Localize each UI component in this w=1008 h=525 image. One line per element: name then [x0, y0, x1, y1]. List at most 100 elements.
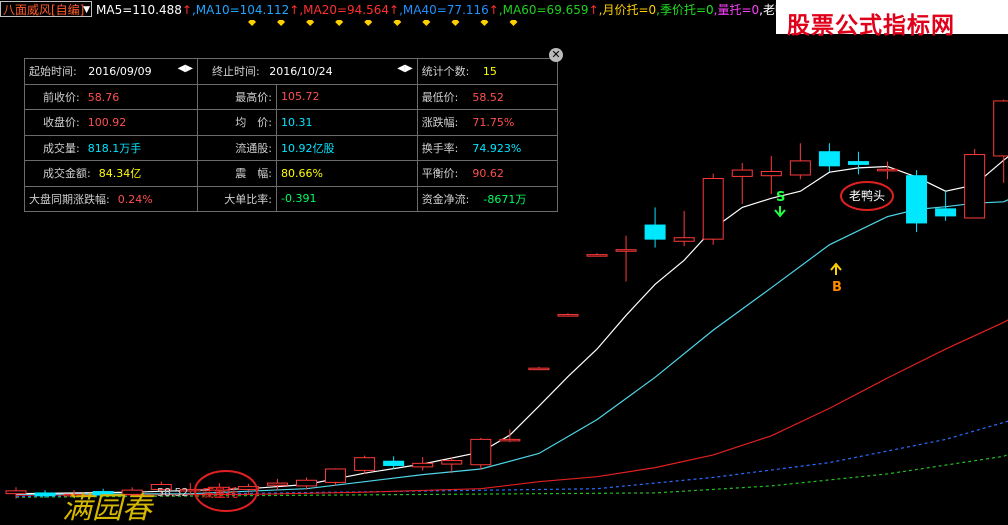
candle-body: [34, 492, 56, 497]
signature-label: 满园春: [62, 491, 155, 525]
indicator-item: ,MA40=77.116: [399, 3, 489, 17]
candle-body: [412, 462, 434, 468]
stat-label: 成交量:: [43, 141, 80, 155]
indicator-item: ,量托=0: [713, 3, 760, 17]
candle-body: [847, 161, 869, 165]
stat-label: 大单比率:: [197, 185, 277, 212]
close-panel-button[interactable]: ✕: [549, 48, 563, 62]
stat-value: 71.75%: [472, 116, 515, 130]
end-time-value: 2016/10/24: [269, 65, 333, 79]
indicator-selector[interactable]: 八面威风[自编] ▼: [0, 1, 92, 17]
end-time-stepper-icon[interactable]: ◀▶: [397, 63, 412, 74]
bottom-volume-label: 底量托: [202, 485, 238, 500]
stat-cell: 前收价: 58.76: [24, 83, 198, 110]
stat-value: 58.52: [472, 90, 504, 104]
indicator-item: ↑: [588, 3, 599, 17]
stat-label: 收盘价:: [43, 116, 80, 130]
stat-value: 74.923%: [472, 141, 522, 155]
stat-value: 818.1万手: [87, 141, 142, 155]
indicator-item: ,季价托=0: [656, 3, 714, 17]
indicator-item: MA5=110.488: [96, 3, 182, 17]
candle-body: [760, 170, 782, 177]
candle-body: [731, 169, 753, 177]
count-label: 统计个数:: [421, 65, 470, 79]
ma40-line: [15, 420, 1008, 498]
end-time-label: 终止时间:: [212, 65, 260, 79]
stat-value: 58.76: [87, 90, 120, 104]
candle-body: [789, 160, 811, 176]
candle-body: [615, 249, 637, 252]
watermark-title: 股票公式指标网: [787, 13, 955, 39]
indicator-item: ,MA60=69.659: [498, 3, 589, 17]
start-time-label: 起始时间:: [29, 65, 77, 79]
candle-body: [644, 224, 666, 240]
candle-body: [818, 151, 840, 167]
indicator-item: ,MA20=94.564: [299, 3, 390, 17]
candle-body: [354, 457, 376, 471]
candle-body: [673, 237, 695, 242]
stat-cell: 换手率: 74.923%: [416, 134, 559, 161]
stat-cell: 最低价: 58.52: [416, 83, 559, 110]
interval-stats-panel: 起始时间: 2016/09/09 ◀▶ 终止时间: 2016/10/24 ◀▶ …: [24, 58, 559, 212]
stat-label: 大盘同期涨跌幅:: [29, 192, 110, 206]
indicator-item: ,MA10=104.112: [191, 3, 290, 17]
stat-label: 均 价:: [197, 109, 277, 136]
candle-body: [325, 468, 347, 483]
stat-label: 成交金额:: [43, 167, 91, 181]
candle-body: [266, 482, 288, 486]
stat-value: 0.24%: [117, 192, 153, 206]
stat-label: 涨跌幅:: [421, 116, 459, 130]
stat-label: 最低价:: [421, 90, 459, 104]
candle-body: [557, 314, 579, 317]
stat-value: -0.391: [276, 185, 418, 212]
stat-label: 流通股:: [197, 134, 277, 161]
duck-head-label: 老鸭头: [849, 189, 885, 203]
stat-label: 资金净流:: [421, 192, 470, 206]
dropdown-arrow-icon: ▼: [83, 5, 90, 15]
candle-body: [528, 367, 550, 371]
stat-cell: 成交量: 818.1万手: [24, 134, 198, 161]
kline-chart-window: { "indicator": { "name": "八面威风[自编]", "it…: [0, 0, 1008, 525]
stat-value: 10.31: [276, 109, 418, 136]
stat-value: 105.72: [276, 83, 418, 110]
stat-value: -8671万: [483, 192, 527, 206]
sell-signal-label: S: [776, 190, 785, 205]
ma20-line: [15, 319, 1008, 496]
indicator-name: 八面威风[自编]: [3, 3, 85, 17]
indicator-item: ,月价托=0: [598, 3, 657, 17]
buy-arrow-icon: [830, 262, 842, 275]
stat-value: 80.66%: [276, 160, 418, 187]
stat-cell: 资金净流: -8671万: [416, 185, 559, 212]
stat-cell: 成交金额: 84.34亿: [24, 160, 198, 187]
start-time-stepper-icon[interactable]: ◀▶: [178, 63, 193, 74]
candle-body: [470, 438, 492, 466]
start-time-value: 2016/09/09: [88, 65, 152, 79]
stat-label: 换手率:: [421, 141, 459, 155]
candle-body: [441, 460, 463, 465]
stat-value: 90.62: [472, 167, 504, 181]
candle-body: [296, 479, 317, 487]
stat-label: 震 幅:: [197, 160, 277, 187]
ma10-line: [15, 199, 1008, 495]
indicator-values: MA5=110.488↑,MA10=104.112↑,MA20=94.564↑,…: [96, 3, 845, 17]
indicator-item: ↑: [389, 3, 400, 17]
stat-cell: 平衡价: 90.62: [416, 160, 559, 187]
candle-body: [586, 254, 608, 257]
indicator-item: ↑: [289, 3, 300, 17]
stat-cell: 收盘价: 100.92: [24, 109, 198, 136]
buy-signal-label: B: [832, 280, 842, 295]
candle-body: [964, 154, 986, 219]
candle-body: [5, 490, 27, 495]
stat-value: 84.34亿: [98, 167, 142, 181]
candle-body: [702, 178, 724, 240]
stat-label: 最高价:: [197, 83, 277, 110]
candle-body: [383, 460, 405, 466]
sell-arrow-icon: [774, 206, 786, 218]
count-value: 15: [482, 65, 497, 79]
stat-value: 10.92亿股: [276, 134, 418, 161]
low-price-label: 58.52: [157, 486, 189, 499]
candle-body: [993, 100, 1008, 157]
indicator-item: ↑: [488, 3, 499, 17]
stat-value: 100.92: [87, 116, 127, 130]
indicator-item: ↑: [181, 3, 192, 17]
